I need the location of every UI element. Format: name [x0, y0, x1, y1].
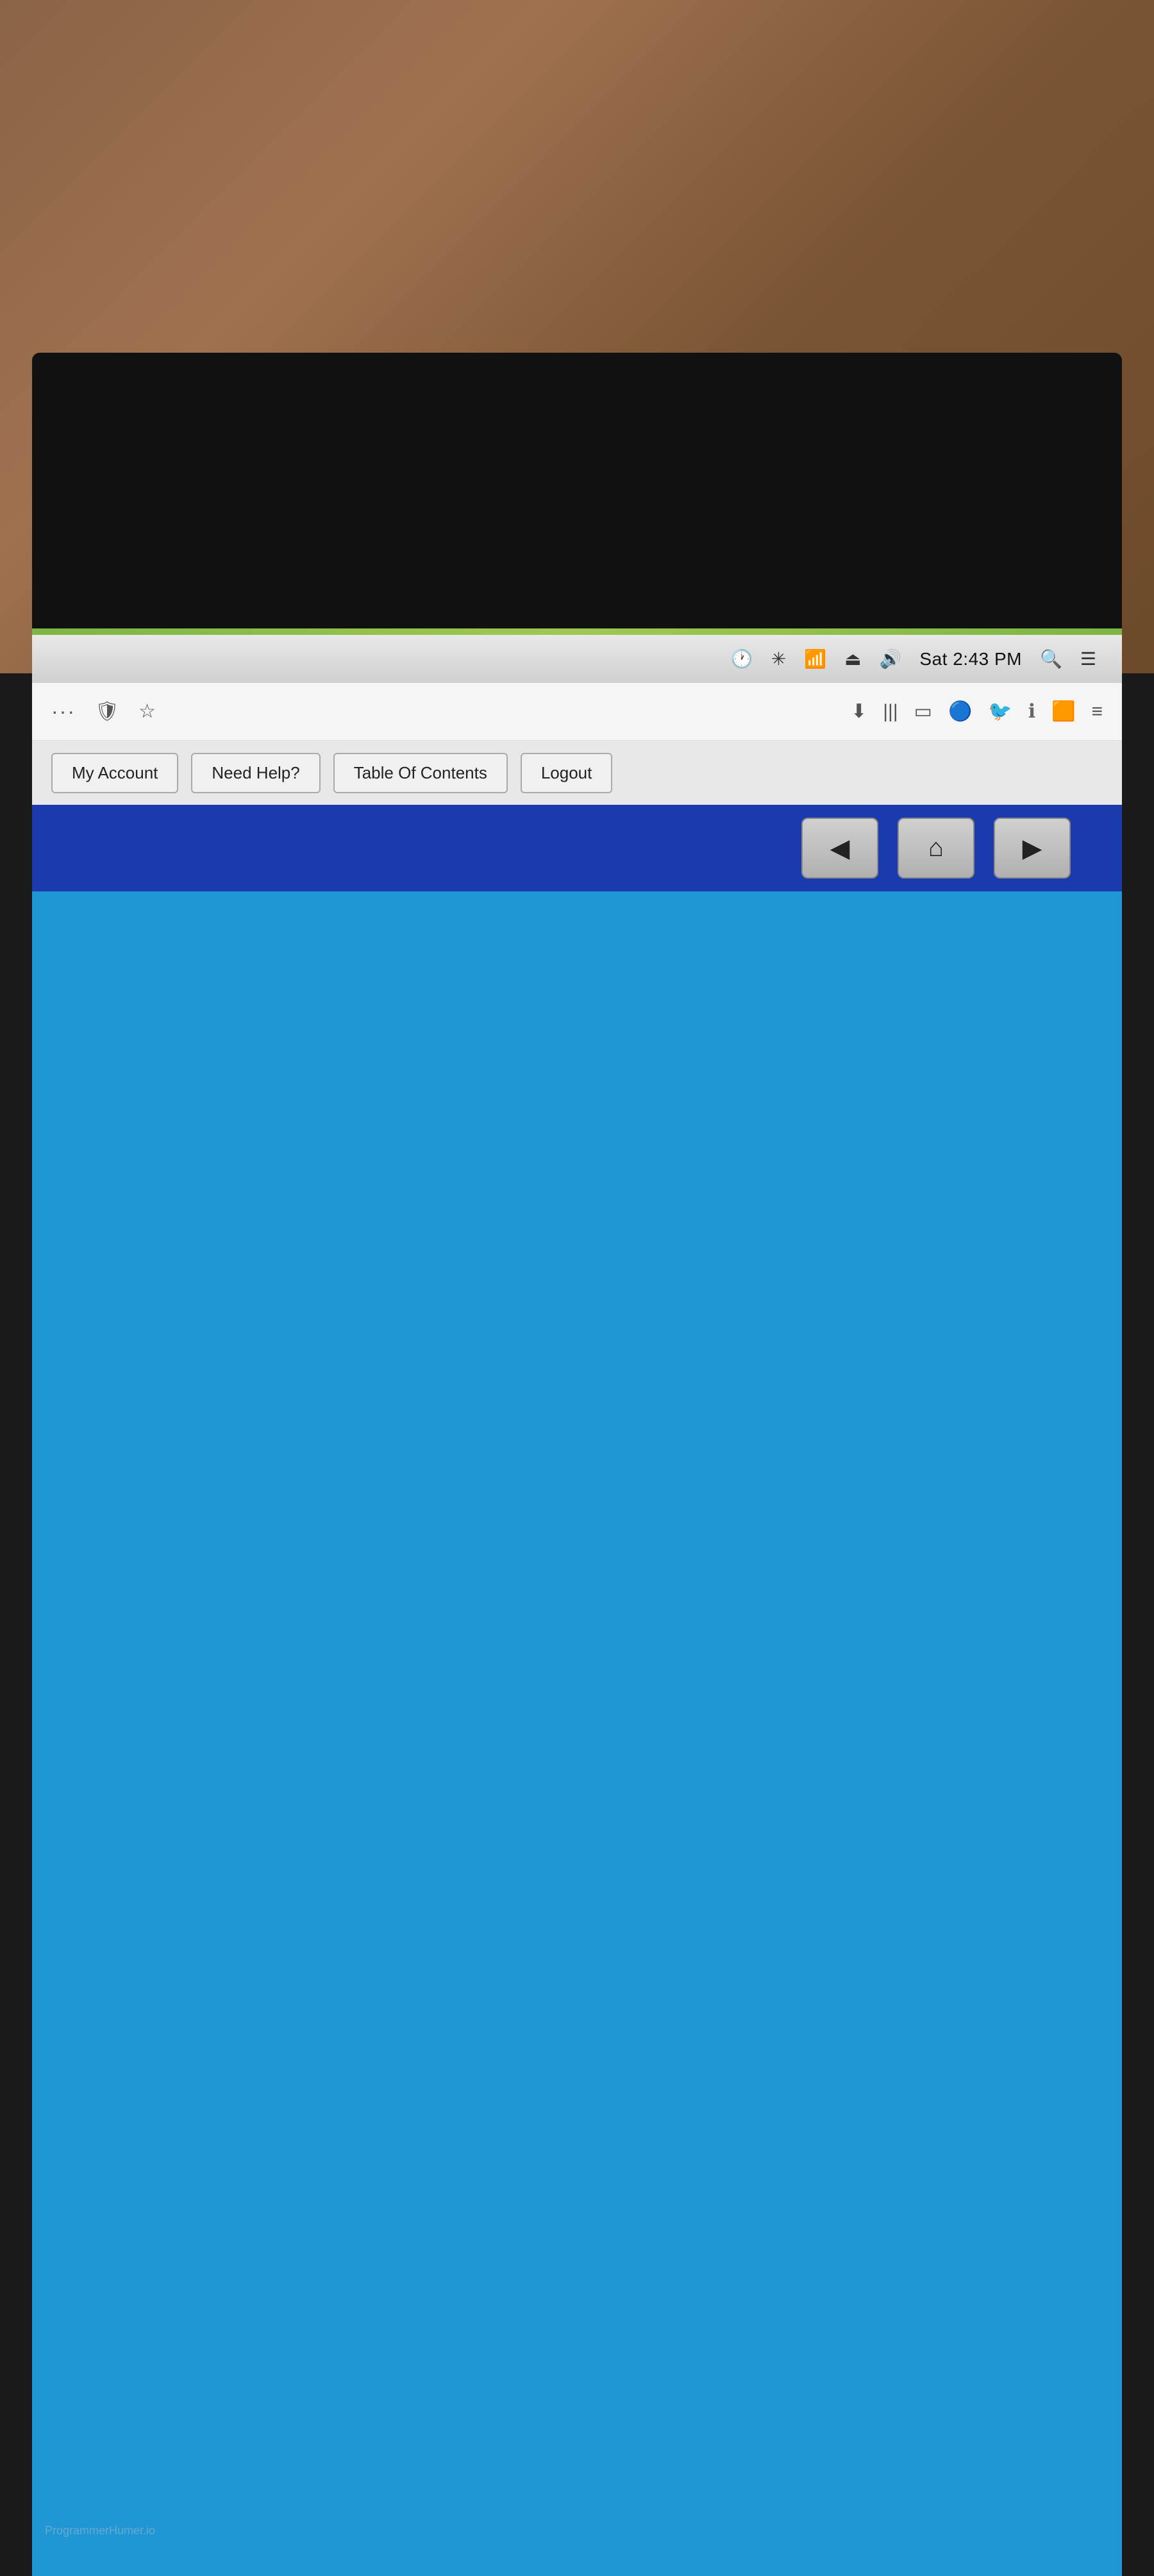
browser-menu-dots[interactable]: ···	[51, 700, 76, 723]
browser-icons-right: ⬇ ||| ▭ 🔵 🐦 ℹ 🟧 ≡	[851, 700, 1103, 723]
overflow-menu-icon[interactable]: ≡	[1091, 701, 1103, 723]
system-time: Sat 2:43 PM	[919, 649, 1022, 669]
macos-menubar: 🕐 ✳ 📶 ⏏ 🔊 Sat 2:43 PM 🔍 ☰	[32, 635, 1122, 683]
forward-icon: ▶	[1023, 834, 1042, 863]
main-content	[32, 891, 1122, 2576]
bookmark-icon[interactable]: ☆	[138, 700, 156, 723]
info-icon[interactable]: ℹ	[1028, 700, 1035, 723]
my-account-button[interactable]: My Account	[51, 753, 178, 793]
blue-nav-bar: ◀ ⌂ ▶	[32, 805, 1122, 891]
bluetooth-icon[interactable]: ✳	[771, 648, 786, 669]
watermark: ProgrammerHumer.io	[45, 2524, 155, 2538]
reader-icon[interactable]: ▭	[914, 700, 932, 723]
logout-button[interactable]: Logout	[521, 753, 613, 793]
eject-icon[interactable]: ⏏	[844, 648, 861, 669]
back-button[interactable]: ◀	[801, 818, 878, 879]
history-icon[interactable]: 🕐	[731, 648, 753, 669]
volume-icon[interactable]: 🔊	[880, 648, 902, 669]
forward-button[interactable]: ▶	[994, 818, 1071, 879]
need-help-button[interactable]: Need Help?	[191, 753, 320, 793]
protection-icon[interactable]: 🔵	[948, 700, 972, 723]
download-icon[interactable]: ⬇	[851, 700, 867, 723]
extension2-icon[interactable]: 🟧	[1051, 700, 1075, 723]
table-of-contents-button[interactable]: Table Of Contents	[333, 753, 508, 793]
back-icon: ◀	[830, 834, 850, 863]
extension-bird-icon[interactable]: 🐦	[988, 700, 1012, 723]
nav-buttons-bar: My Account Need Help? Table Of Contents …	[32, 741, 1122, 805]
home-icon: ⌂	[928, 834, 944, 863]
search-icon[interactable]: 🔍	[1040, 648, 1062, 669]
home-button[interactable]: ⌂	[898, 818, 974, 879]
browser-toolbar: ··· 🛡 ☆ ⬇ ||| ▭ 🔵 🐦 ℹ 🟧 ≡	[32, 683, 1122, 741]
browser-chrome: ··· 🛡 ☆ ⬇ ||| ▭ 🔵 🐦 ℹ 🟧 ≡ My Account Nee…	[32, 683, 1122, 806]
library-icon[interactable]: |||	[883, 701, 898, 723]
wifi-icon[interactable]: 📶	[804, 648, 826, 669]
menu-icon[interactable]: ☰	[1080, 648, 1096, 669]
pocket-icon[interactable]: 🛡	[95, 700, 119, 723]
